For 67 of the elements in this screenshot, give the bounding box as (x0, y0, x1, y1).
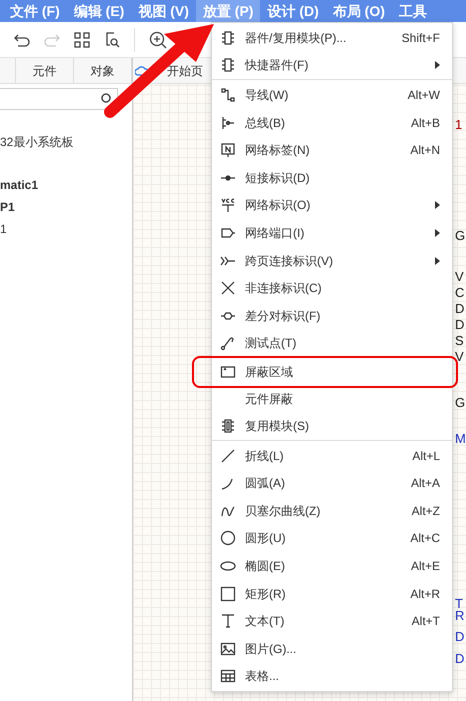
schematic-label: D (455, 630, 464, 644)
menu-item[interactable]: 网络标签(N) Alt+N (212, 136, 452, 164)
schematic-label: 1 (455, 118, 462, 132)
menu-item[interactable]: 屏蔽区域 (212, 358, 452, 386)
menu-item[interactable]: 复用模块(S) (212, 412, 452, 440)
find-icon[interactable] (104, 32, 120, 48)
menu-item[interactable]: 差分对标识(F) (212, 302, 452, 330)
vcc-icon (220, 197, 236, 214)
menu-item[interactable]: 元件屏蔽 (212, 384, 452, 412)
wire-icon (220, 86, 236, 103)
schematic-label: D (455, 302, 464, 316)
chip-icon (220, 57, 236, 74)
menu-item[interactable]: 圆弧(A) Alt+A (212, 470, 452, 498)
cloud-icon (135, 66, 149, 76)
search-icon (101, 93, 113, 105)
panel-tab[interactable]: 元件 (16, 58, 74, 83)
line-icon (220, 448, 236, 464)
schematic-label: R (455, 609, 464, 623)
grid-icon[interactable] (74, 32, 90, 48)
net-label-icon (220, 142, 236, 158)
schematic-label: D (455, 318, 464, 332)
table-icon (220, 668, 236, 684)
panel-tab[interactable]: 对象 (74, 58, 132, 83)
text-tool-icon (220, 613, 236, 630)
schematic-label: D (455, 652, 464, 666)
search-field[interactable] (0, 88, 118, 110)
menu-item[interactable]: 非连接标识(C) (212, 274, 452, 302)
schematic-label: M (455, 432, 466, 446)
menu-item[interactable]: 短接标识(D) (212, 164, 452, 192)
menu-item[interactable]: 跨页连接标识(V) (212, 246, 452, 274)
menu-item[interactable]: 贝塞尔曲线(Z) Alt+Z (212, 497, 452, 525)
menu-item[interactable]: 测试点(T) (212, 330, 452, 358)
module-icon (220, 418, 236, 434)
menu-item[interactable]: 总线(B) Alt+B (212, 108, 452, 136)
schematic-label: G (455, 396, 466, 410)
bus-icon (220, 114, 236, 131)
menu-item[interactable]: 文本(T) Alt+T (212, 607, 452, 636)
area-icon (220, 364, 236, 380)
tree-item[interactable]: 32最小系统板 (0, 131, 132, 153)
circle-icon (220, 530, 236, 546)
tree-item[interactable]: matic1 (0, 174, 132, 196)
menu-item[interactable]: 网络标识(O) (212, 192, 452, 220)
schematic-label: G (455, 229, 466, 243)
menu-item[interactable]: 椭圆(E) Alt+E (212, 552, 452, 580)
undo-icon[interactable] (14, 32, 30, 46)
zoom-in-icon[interactable] (149, 30, 167, 48)
schematic-label: T (455, 597, 463, 611)
menu-item[interactable]: 圆形(U) Alt+C (212, 524, 452, 552)
chip-icon (220, 30, 236, 46)
menu-item[interactable]: 器件/复用模块(P)... Shift+F (212, 24, 452, 52)
menu-item[interactable]: 导线(W) Alt+W (212, 81, 452, 109)
cross-icon (220, 280, 236, 296)
menu-item[interactable]: 折线(L) Alt+L (212, 442, 452, 470)
schematic-label: C (455, 286, 464, 300)
menu-item[interactable]: 快捷器件(F) (212, 52, 452, 80)
image-icon (220, 640, 236, 657)
schematic-label: S (455, 334, 464, 348)
menu-item[interactable]: 表格... (212, 662, 452, 690)
probe-icon (220, 335, 236, 352)
schematic-label: V (455, 270, 464, 284)
tree-item[interactable]: 1 (0, 218, 132, 240)
tree-item[interactable]: P1 (0, 196, 132, 218)
schematic-label: V (455, 350, 464, 364)
menu-item[interactable]: 图片(G)... (212, 635, 452, 663)
rectangle-icon (220, 586, 236, 602)
menu-item[interactable]: 矩形(R) Alt+R (212, 580, 452, 608)
menu-item[interactable]: 网络端口(I) (212, 219, 452, 247)
